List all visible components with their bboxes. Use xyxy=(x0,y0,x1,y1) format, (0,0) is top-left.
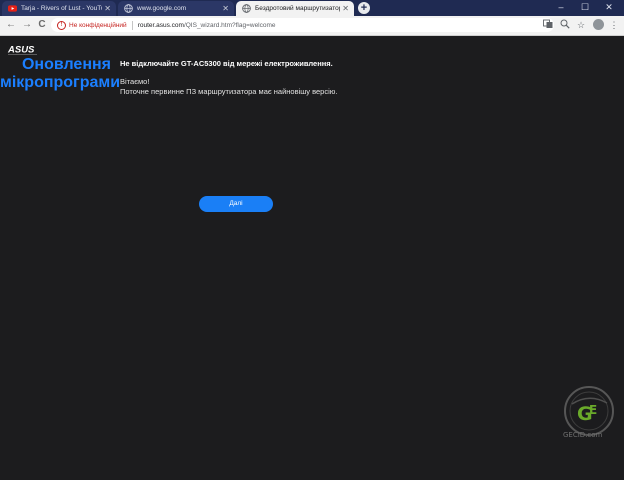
account-icon[interactable] xyxy=(593,19,604,30)
router-page: ASUS Оновлення мікропрограми Не відключа… xyxy=(0,36,624,480)
greeting-text: Вітаємо! xyxy=(120,77,150,86)
gecid-watermark-logo: G E GECID.com xyxy=(563,386,614,439)
back-button[interactable]: ← xyxy=(5,19,17,31)
status-message: Вітаємо! Поточне первинне ПЗ маршрутизат… xyxy=(120,77,337,96)
tab-title: Tarja - Rivers of Lust - YouTube xyxy=(21,5,102,12)
globe-icon xyxy=(242,4,251,13)
forward-button[interactable]: → xyxy=(21,19,33,31)
page-title-line1: Оновлення xyxy=(21,56,111,73)
maximize-button[interactable]: ☐ xyxy=(574,1,596,14)
tab-strip: Tarja - Rivers of Lust - YouTube ✕ www.g… xyxy=(0,0,624,16)
close-window-button[interactable]: ✕ xyxy=(598,1,620,14)
next-button[interactable]: Далі xyxy=(199,196,273,212)
zoom-icon[interactable] xyxy=(559,19,571,31)
globe-icon xyxy=(124,4,133,13)
close-icon[interactable]: ✕ xyxy=(222,4,229,13)
url-host: router.asus.com xyxy=(137,21,184,29)
new-tab-button[interactable]: + xyxy=(358,2,370,14)
svg-text:GECID.com: GECID.com xyxy=(563,431,603,439)
tab-google[interactable]: www.google.com ✕ xyxy=(118,1,234,16)
bookmark-star-icon[interactable]: ☆ xyxy=(575,19,587,31)
menu-icon[interactable]: ⋮ xyxy=(608,19,620,31)
url-path: /QIS_wizard.htm?flag=welcome xyxy=(183,21,276,29)
warning-icon[interactable]: ! xyxy=(57,20,66,30)
page-title: Оновлення мікропрограми xyxy=(0,56,121,92)
translate-icon[interactable] xyxy=(542,19,554,31)
power-warning: Не відключайте GT-AC5300 від мережі елек… xyxy=(120,59,333,68)
divider xyxy=(131,20,133,30)
svg-text:ASUS: ASUS xyxy=(7,45,35,56)
asus-logo: ASUS xyxy=(7,45,37,56)
svg-text:E: E xyxy=(589,403,597,417)
reload-button[interactable]: C xyxy=(36,19,48,31)
tab-youtube[interactable]: Tarja - Rivers of Lust - YouTube ✕ xyxy=(2,1,116,16)
page-title-line2: мікропрограми xyxy=(0,74,121,91)
url-text[interactable]: router.asus.com/QIS_wizard.htm?flag=welc… xyxy=(138,22,276,29)
security-status[interactable]: Не конфіденційний xyxy=(69,22,127,29)
firmware-status-text: Поточне первинне ПЗ маршрутизатора має н… xyxy=(120,86,338,96)
youtube-icon xyxy=(8,5,17,12)
tab-router[interactable]: Бездротовий маршрутизатор AS ✕ xyxy=(236,1,354,16)
close-icon[interactable]: ✕ xyxy=(342,4,349,13)
tab-title: www.google.com xyxy=(137,5,187,12)
minimize-button[interactable]: – xyxy=(550,1,572,14)
address-bar[interactable]: ! Не конфіденційний router.asus.com/QIS_… xyxy=(51,18,554,32)
tab-title: Бездротовий маршрутизатор AS xyxy=(255,5,341,12)
browser-toolbar: ← → C ! Не конфіденційний router.asus.co… xyxy=(0,16,624,36)
close-icon[interactable]: ✕ xyxy=(104,4,111,13)
